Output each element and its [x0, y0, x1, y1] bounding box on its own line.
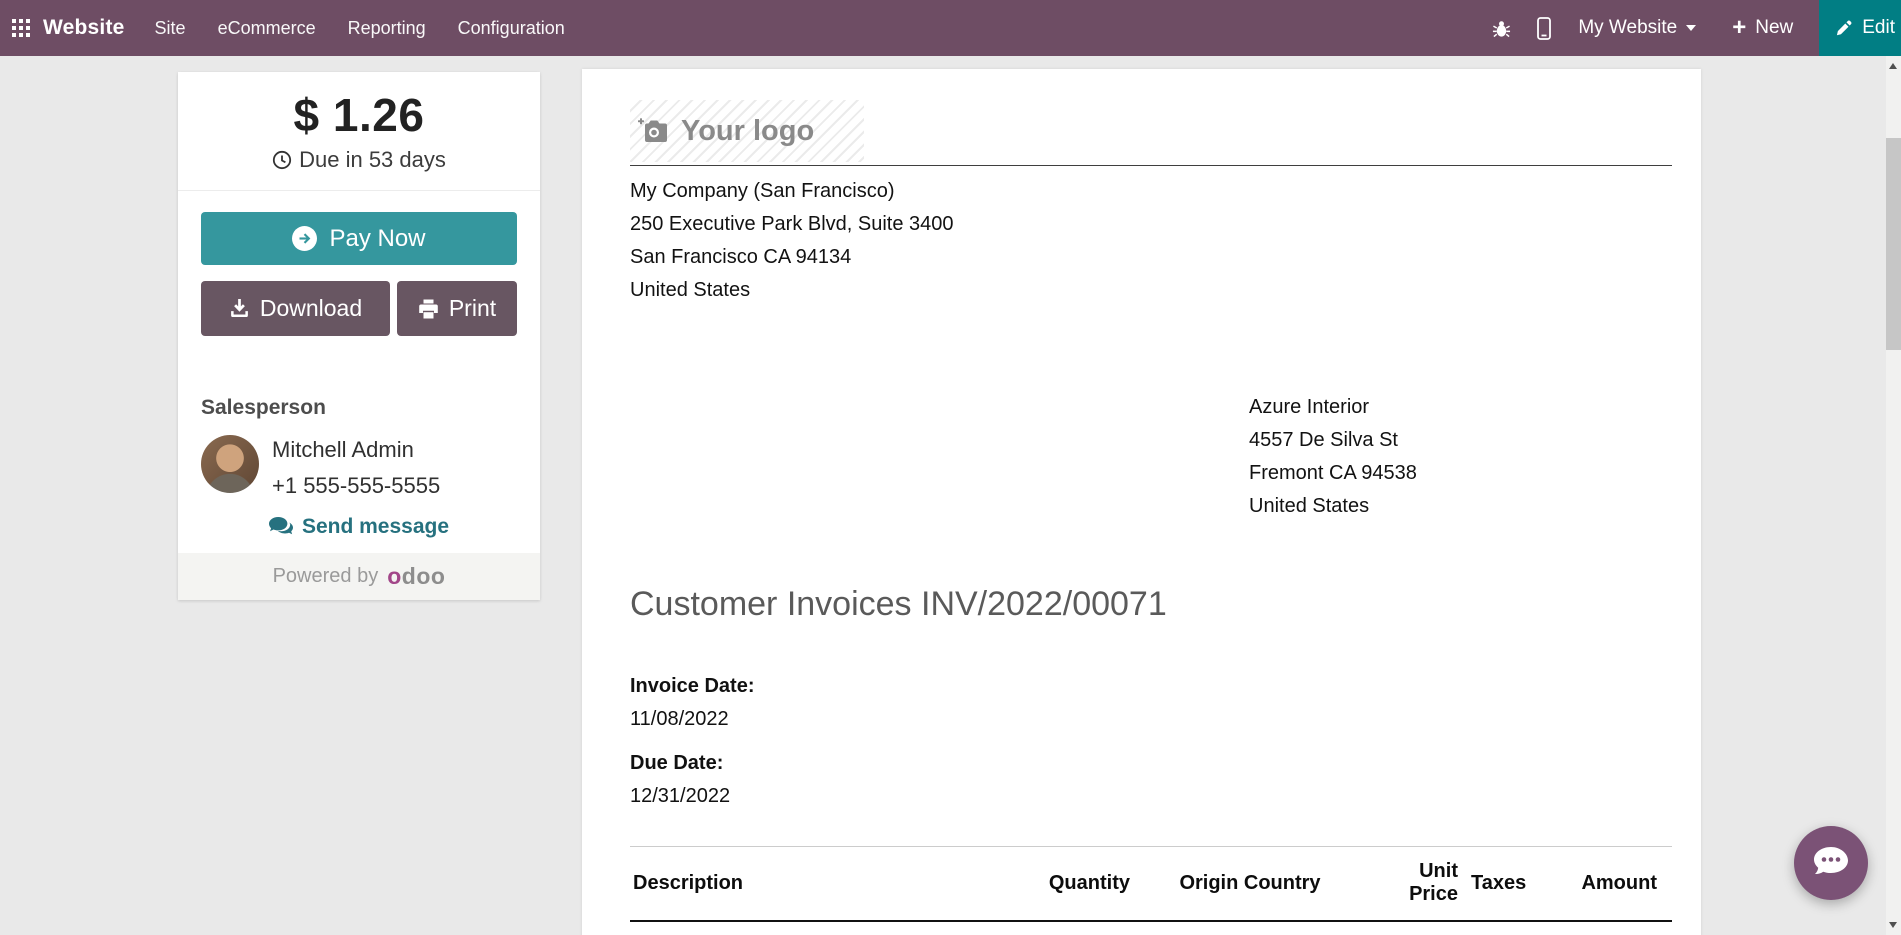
comments-icon — [269, 517, 293, 537]
company-logo-placeholder: Your logo — [630, 100, 864, 162]
powered-by-text: Powered by — [273, 565, 379, 588]
due-date-label: Due Date: — [630, 747, 1672, 780]
cell-quantity: 1.00 Units — [990, 921, 1130, 935]
menu-site[interactable]: Site — [139, 0, 202, 56]
col-header-amount: Amount — [1540, 847, 1672, 922]
bug-icon[interactable] — [1479, 19, 1524, 38]
due-in-text: Due in 53 days — [299, 147, 446, 173]
download-button[interactable]: Download — [201, 281, 390, 336]
scroll-up-icon[interactable] — [1889, 63, 1897, 69]
customer-address-line: United States — [1249, 490, 1672, 523]
chat-bubble-icon — [1811, 846, 1851, 881]
salesperson-section: Salesperson Mitchell Admin +1 555-555-55… — [178, 396, 540, 539]
menu-configuration[interactable]: Configuration — [442, 0, 581, 56]
amount-due: $ 1.26 — [178, 88, 540, 142]
company-address-line: San Francisco CA 94134 — [630, 241, 1672, 274]
logo-placeholder-text: Your logo — [681, 115, 814, 148]
scrollbar-thumb[interactable] — [1886, 138, 1901, 350]
customer-address: Azure Interior 4557 De Silva St Fremont … — [1249, 391, 1672, 523]
customer-address-line: Fremont CA 94538 — [1249, 457, 1672, 490]
pay-now-button[interactable]: Pay Now — [201, 212, 517, 265]
edit-button-label: Edit — [1862, 17, 1895, 39]
new-button-label: New — [1755, 17, 1793, 39]
mobile-preview-icon[interactable] — [1524, 17, 1564, 40]
main-menu: Site eCommerce Reporting Configuration — [139, 0, 581, 56]
menu-reporting[interactable]: Reporting — [332, 0, 442, 56]
apps-grid-icon[interactable] — [12, 19, 30, 37]
new-button[interactable]: + New — [1718, 16, 1807, 40]
livechat-button[interactable] — [1794, 826, 1868, 900]
top-navbar: Website Site eCommerce Reporting Configu… — [0, 0, 1901, 56]
print-button[interactable]: Print — [397, 281, 517, 336]
camera-plus-icon — [638, 118, 668, 144]
company-address: My Company (San Francisco) 250 Executive… — [630, 175, 1672, 307]
salesperson-name: Mitchell Admin — [272, 437, 440, 463]
customer-address-line: 4557 De Silva St — [1249, 424, 1672, 457]
send-message-link[interactable]: Send message — [201, 515, 517, 539]
col-header-description: Description — [630, 847, 990, 922]
amount-due-section: $ 1.26 Due in 53 days — [178, 72, 540, 191]
salesperson-phone: +1 555-555-5555 — [272, 473, 440, 499]
invoice-title: Customer Invoices INV/2022/00071 — [630, 585, 1672, 624]
download-label: Download — [260, 295, 362, 322]
action-buttons: Pay Now Download — [178, 191, 540, 336]
plus-icon: + — [1732, 16, 1746, 40]
salesperson-avatar — [201, 435, 259, 493]
odoo-logo[interactable]: odoo — [387, 563, 445, 590]
powered-by-footer: Powered by odoo — [178, 553, 540, 600]
topbar-right-group: My Website + New Edit — [1479, 0, 1901, 56]
pencil-icon — [1835, 20, 1852, 37]
chevron-down-icon — [1686, 25, 1696, 31]
print-label: Print — [449, 295, 496, 322]
clock-icon — [272, 150, 292, 170]
cell-origin-country — [1130, 921, 1370, 935]
col-header-taxes: Taxes — [1458, 847, 1540, 922]
scroll-down-icon[interactable] — [1889, 922, 1897, 928]
send-message-label: Send message — [302, 515, 449, 539]
vertical-scrollbar[interactable] — [1886, 56, 1901, 935]
customer-address-line: Azure Interior — [1249, 391, 1672, 424]
arrow-circle-right-icon — [292, 226, 317, 251]
invoice-date-label: Invoice Date: — [630, 670, 1672, 703]
company-address-line: My Company (San Francisco) — [630, 175, 1672, 208]
col-header-quantity: Quantity — [990, 847, 1130, 922]
cell-amount: $ 1.20 — [1540, 921, 1672, 935]
print-icon — [418, 299, 439, 319]
header-divider — [630, 165, 1672, 166]
due-date-value: 12/31/2022 — [630, 780, 1672, 813]
col-header-origin-country: Origin Country — [1130, 847, 1370, 922]
table-header-row: Description Quantity Origin Country Unit… — [630, 847, 1672, 922]
invoice-lines-table: Description Quantity Origin Country Unit… — [630, 846, 1672, 935]
cell-taxes: GT 5% — [1458, 921, 1540, 935]
invoice-date-value: 11/08/2022 — [630, 703, 1672, 736]
invoice-line-row: [CONS_0001] Whiteboard Pen 1.00 Units 1.… — [630, 921, 1672, 935]
company-address-line: United States — [630, 274, 1672, 307]
invoice-dates: Invoice Date: 11/08/2022 Due Date: 12/31… — [630, 670, 1672, 813]
my-website-label: My Website — [1578, 17, 1677, 39]
cell-description: [CONS_0001] Whiteboard Pen — [630, 921, 990, 935]
col-header-unit-price: Unit Price — [1370, 847, 1458, 922]
menu-ecommerce[interactable]: eCommerce — [202, 0, 332, 56]
cell-unit-price: 1.20 — [1370, 921, 1458, 935]
invoice-document: Your logo My Company (San Francisco) 250… — [582, 69, 1701, 935]
edit-button[interactable]: Edit — [1819, 0, 1901, 56]
pay-now-label: Pay Now — [329, 225, 425, 253]
invoice-sidebar-card: $ 1.26 Due in 53 days Pay Now — [178, 72, 540, 600]
brand-website[interactable]: Website — [43, 16, 125, 40]
company-address-line: 250 Executive Park Blvd, Suite 3400 — [630, 208, 1672, 241]
salesperson-heading: Salesperson — [201, 396, 517, 420]
download-icon — [229, 298, 250, 319]
my-website-menu[interactable]: My Website — [1564, 17, 1710, 39]
